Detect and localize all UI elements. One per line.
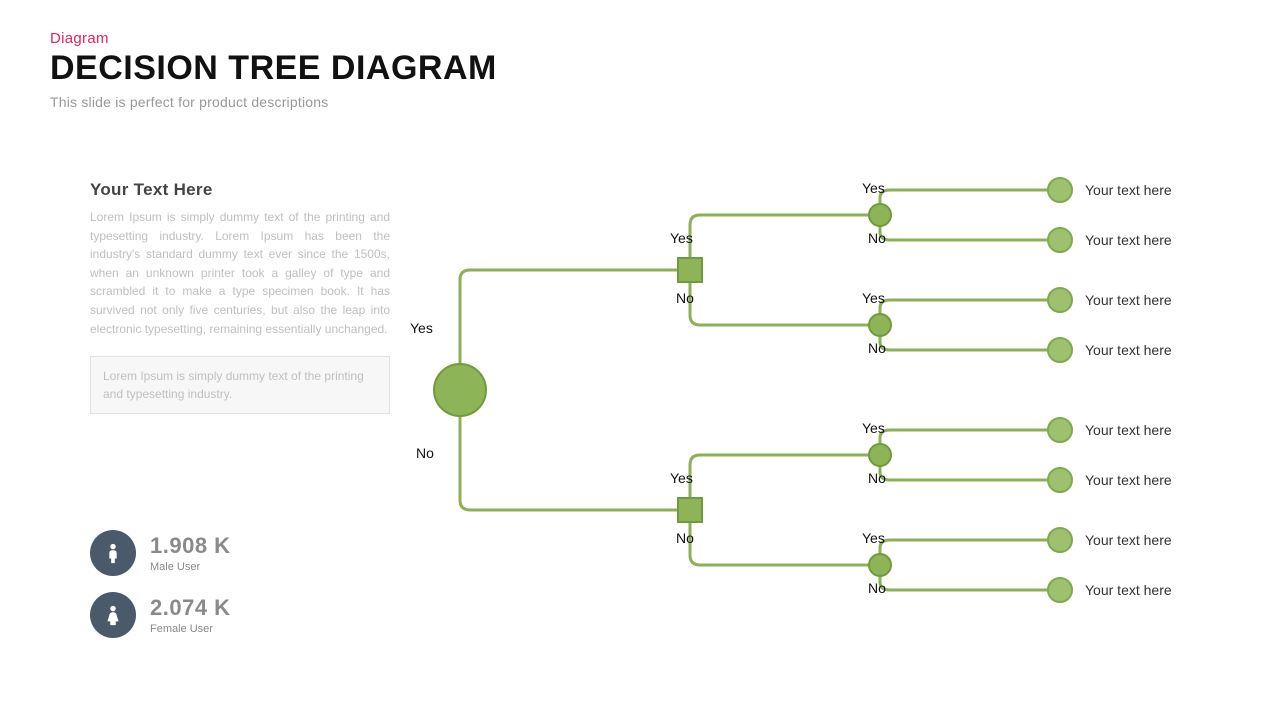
leaf-node	[1048, 178, 1072, 202]
sub-node-2	[869, 314, 891, 336]
label-no: No	[868, 230, 886, 246]
label-yes: Yes	[862, 180, 885, 196]
leaf-node	[1048, 468, 1072, 492]
label-yes: Yes	[670, 230, 693, 246]
label-no: No	[868, 340, 886, 356]
stat-female-value: 2.074 K	[150, 595, 231, 621]
stat-male-value: 1.908 K	[150, 533, 231, 559]
stat-male: 1.908 K Male User	[90, 530, 231, 576]
label-yes: Yes	[410, 320, 433, 336]
kicker-label: Diagram	[50, 30, 497, 47]
label-yes: Yes	[862, 420, 885, 436]
label-yes: Yes	[862, 530, 885, 546]
slide-header: Diagram DECISION TREE DIAGRAM This slide…	[50, 30, 497, 110]
label-yes: Yes	[862, 290, 885, 306]
leaf-node	[1048, 228, 1072, 252]
side-heading: Your Text Here	[90, 180, 390, 200]
leaf-text-7: Your text here	[1085, 532, 1172, 548]
decision-tree: Yes No Yes No Yes No Yes No Yes No Yes N…	[420, 160, 1260, 680]
leaf-text-8: Your text here	[1085, 582, 1172, 598]
label-no: No	[676, 290, 694, 306]
leaf-text-5: Your text here	[1085, 422, 1172, 438]
label-no: No	[868, 580, 886, 596]
leaf-text-6: Your text here	[1085, 472, 1172, 488]
leaf-node	[1048, 418, 1072, 442]
sub-node-4	[869, 554, 891, 576]
slide-subtitle: This slide is perfect for product descri…	[50, 94, 497, 110]
slide-title: DECISION TREE DIAGRAM	[50, 49, 497, 88]
sub-node-3	[869, 444, 891, 466]
branch-node-no	[678, 498, 702, 522]
label-no: No	[416, 445, 434, 461]
male-icon	[90, 530, 136, 576]
stat-male-label: Male User	[150, 561, 231, 573]
female-icon	[90, 592, 136, 638]
leaf-text-4: Your text here	[1085, 342, 1172, 358]
label-yes: Yes	[670, 470, 693, 486]
label-no: No	[676, 530, 694, 546]
leaf-text-3: Your text here	[1085, 292, 1172, 308]
stats-block: 1.908 K Male User 2.074 K Female User	[90, 530, 231, 654]
stat-female-label: Female User	[150, 623, 231, 635]
side-callout-box: Lorem Ipsum is simply dummy text of the …	[90, 356, 390, 414]
leaf-text-2: Your text here	[1085, 232, 1172, 248]
side-body-text: Lorem Ipsum is simply dummy text of the …	[90, 208, 390, 338]
leaf-node	[1048, 578, 1072, 602]
stat-female: 2.074 K Female User	[90, 592, 231, 638]
root-node	[434, 364, 486, 416]
leaf-node	[1048, 338, 1072, 362]
label-no: No	[868, 470, 886, 486]
sub-node-1	[869, 204, 891, 226]
side-panel: Your Text Here Lorem Ipsum is simply dum…	[90, 180, 390, 414]
branch-node-yes	[678, 258, 702, 282]
leaf-node	[1048, 528, 1072, 552]
leaf-node	[1048, 288, 1072, 312]
leaf-text-1: Your text here	[1085, 182, 1172, 198]
